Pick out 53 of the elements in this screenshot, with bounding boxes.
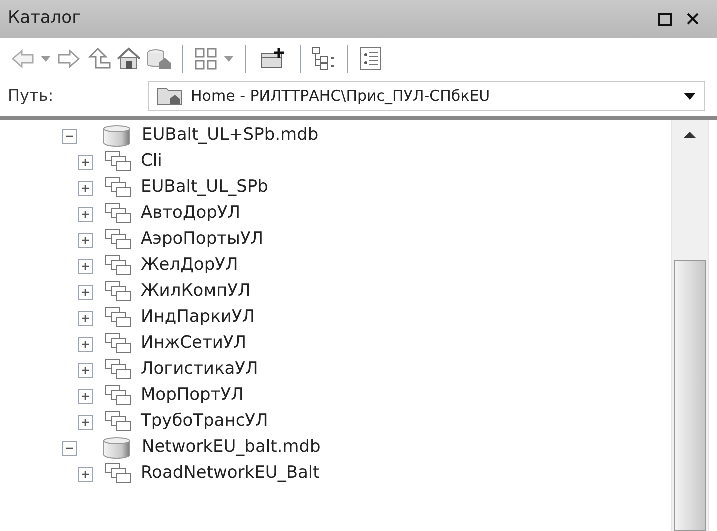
maximize-icon[interactable]: [658, 12, 672, 26]
tree-item[interactable]: ЖилКомпУЛ: [141, 279, 251, 305]
expand-icon[interactable]: [78, 414, 93, 430]
path-combobox[interactable]: Home - РИЛТТРАНС\Прис_ПУЛ-СПбкEU: [148, 81, 705, 111]
tree-item[interactable]: EUBalt_UL+SPb.mdb: [142, 123, 319, 149]
collapse-icon[interactable]: [62, 128, 77, 144]
tree-item[interactable]: NetworkEU_balt.mdb: [142, 435, 321, 461]
collapse-icon[interactable]: [62, 440, 77, 456]
tree-item[interactable]: МорПортУЛ: [141, 383, 244, 409]
expand-icon[interactable]: [78, 258, 93, 274]
folder-home-icon: [157, 86, 183, 106]
path-label: Путь:: [8, 85, 55, 107]
expand-icon[interactable]: [78, 284, 93, 300]
expand-icon[interactable]: [78, 180, 93, 196]
feature-dataset-icon: [105, 333, 133, 355]
dropdown-caret-icon: [684, 92, 696, 100]
database-icon: [102, 437, 132, 459]
tree-item[interactable]: EUBalt_UL_SPb: [141, 175, 268, 201]
expand-icon[interactable]: [78, 154, 93, 170]
tree-item[interactable]: ТрубоТрансУЛ: [141, 409, 268, 435]
feature-dataset-icon: [105, 385, 133, 407]
expand-icon[interactable]: [78, 336, 93, 352]
tree-item[interactable]: ИндПаркиУЛ: [141, 305, 256, 331]
scroll-up-arrow-icon[interactable]: [684, 132, 696, 138]
feature-dataset-icon: [105, 229, 133, 251]
tree-item[interactable]: АэроПортыУЛ: [141, 227, 264, 253]
tree-item[interactable]: ИнжСетиУЛ: [141, 331, 247, 357]
tree-item[interactable]: ЖелДорУЛ: [141, 253, 238, 279]
database-icon: [102, 125, 132, 147]
expand-icon[interactable]: [78, 466, 93, 482]
feature-dataset-icon: [105, 151, 133, 173]
feature-dataset-icon: [105, 307, 133, 329]
tree-item[interactable]: ЛогистикаУЛ: [141, 357, 258, 383]
expand-icon[interactable]: [78, 206, 93, 222]
window-title: Каталог: [8, 7, 82, 30]
tree-item[interactable]: АвтоДорУЛ: [141, 201, 241, 227]
expand-icon[interactable]: [78, 362, 93, 378]
expand-icon[interactable]: [78, 388, 93, 404]
scrollbar[interactable]: [671, 120, 709, 531]
expand-icon[interactable]: [78, 232, 93, 248]
path-value: Home - РИЛТТРАНС\Прис_ПУЛ-СПбкEU: [191, 86, 492, 107]
feature-dataset-icon: [105, 255, 133, 277]
tree-item[interactable]: Cli: [141, 149, 162, 175]
scrollbar-thumb[interactable]: [674, 260, 706, 531]
close-icon[interactable]: [686, 12, 700, 26]
feature-dataset-icon: [105, 177, 133, 199]
feature-dataset-icon: [105, 281, 133, 303]
tree-item[interactable]: RoadNetworkEU_Balt: [141, 461, 320, 487]
feature-dataset-icon: [105, 203, 133, 225]
expand-icon[interactable]: [78, 310, 93, 326]
feature-dataset-icon: [105, 411, 133, 433]
feature-dataset-icon: [105, 359, 133, 381]
feature-dataset-icon: [105, 463, 133, 485]
